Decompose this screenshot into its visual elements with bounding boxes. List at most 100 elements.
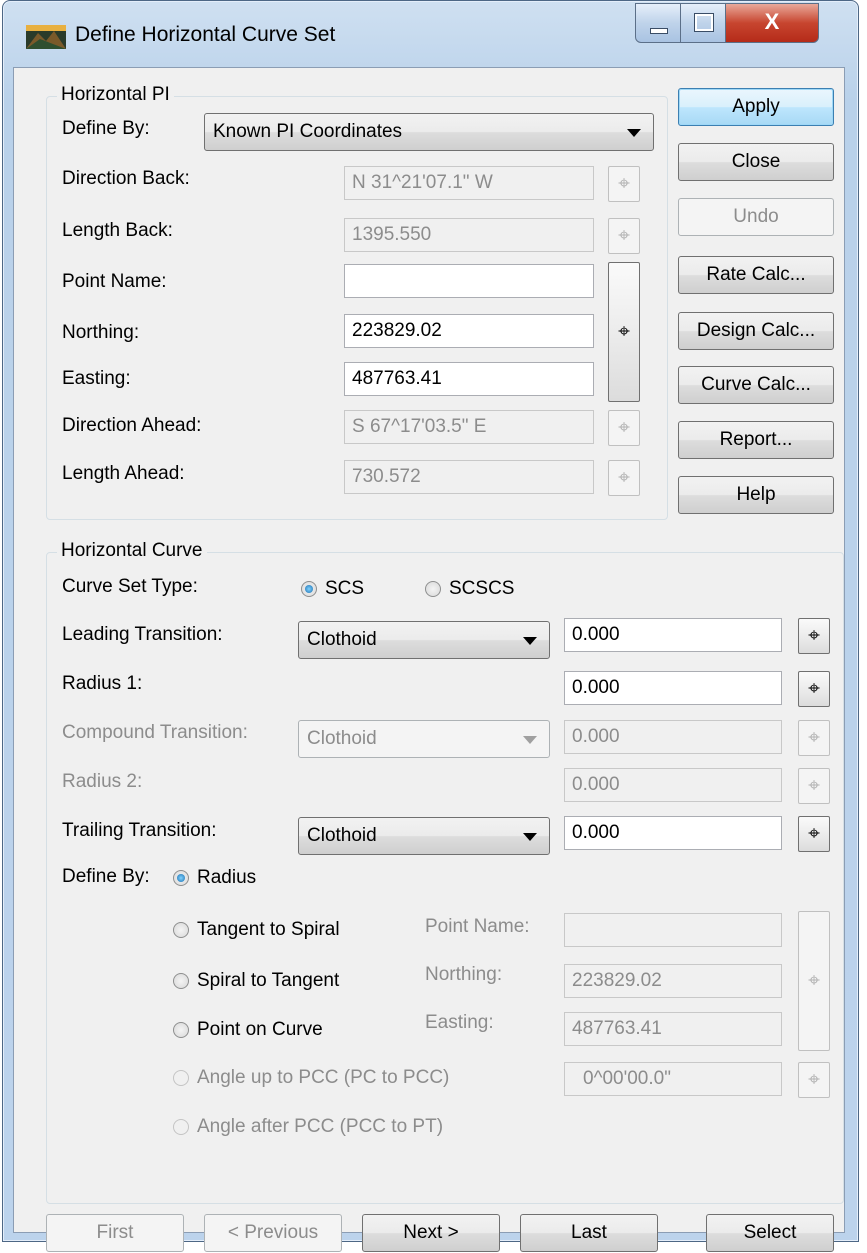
undo-button[interactable]: Undo (678, 198, 834, 236)
pi-easting-field[interactable]: 487763.41 (344, 362, 594, 396)
select-button[interactable]: Select (706, 1214, 834, 1252)
curve-define-by-label: Define By: (62, 866, 150, 887)
horizontal-pi-group: Horizontal PI (46, 84, 668, 520)
chevron-down-icon (523, 637, 537, 645)
leading-transition-select[interactable]: Clothoid (298, 621, 550, 659)
horizontal-curve-group-title: Horizontal Curve (57, 540, 207, 562)
pi-easting-label: Easting: (62, 368, 131, 389)
define-by-angle-up-to-pcc-radio[interactable]: Angle up to PCC (PC to PCC) (173, 1066, 449, 1090)
leading-transition-label: Leading Transition: (62, 624, 223, 645)
curve-set-type-scs-radio[interactable]: SCS (301, 577, 364, 601)
curve-northing-label: Northing: (425, 964, 503, 985)
previous-button[interactable]: < Previous (204, 1214, 342, 1252)
tangent-to-spiral-label: Tangent to Spiral (197, 919, 340, 940)
scscs-label: SCSCS (449, 578, 515, 599)
define-by-radius-radio[interactable]: Radius (173, 866, 256, 890)
angle-field[interactable]: 0^00'00.0" (564, 1062, 782, 1096)
angle-pick-button[interactable]: ⌖ (798, 1062, 830, 1098)
curve-point-name-field[interactable] (564, 913, 782, 947)
title-bar[interactable]: Define Horizontal Curve Set X (3, 1, 858, 71)
direction-ahead-field[interactable]: S 67^17'03.5" E (344, 410, 594, 444)
radio-checked-icon (301, 581, 317, 597)
length-back-pick-button[interactable]: ⌖ (608, 218, 640, 254)
length-back-field[interactable]: 1395.550 (344, 218, 594, 252)
length-ahead-field[interactable]: 730.572 (344, 460, 594, 494)
window-close-button[interactable]: X (725, 3, 819, 43)
compound-transition-pick-button[interactable]: ⌖ (798, 720, 830, 756)
leading-transition-pick-button[interactable]: ⌖ (798, 618, 830, 654)
pi-northing-label: Northing: (62, 322, 140, 343)
crosshair-icon: ⌖ (618, 172, 630, 195)
pi-define-by-select[interactable]: Known PI Coordinates (204, 113, 654, 151)
pi-northing-field[interactable]: 223829.02 (344, 314, 594, 348)
direction-back-field[interactable]: N 31^21'07.1" W (344, 166, 594, 200)
apply-button[interactable]: Apply (678, 88, 834, 126)
design-calc-button[interactable]: Design Calc... (678, 312, 834, 350)
crosshair-icon: ⌖ (618, 416, 630, 439)
pi-northing-value: 223829.02 (352, 320, 442, 341)
pi-point-name-label: Point Name: (62, 271, 167, 292)
trailing-transition-pick-button[interactable]: ⌖ (798, 816, 830, 852)
chevron-down-icon (627, 129, 641, 137)
crosshair-icon: ⌖ (808, 1068, 820, 1091)
crosshair-icon: ⌖ (808, 822, 820, 845)
compound-transition-length-field[interactable]: 0.000 (564, 720, 782, 754)
close-button[interactable]: Close (678, 143, 834, 181)
minimize-icon (650, 28, 668, 34)
minimize-button[interactable] (635, 3, 681, 43)
spiral-to-tangent-label: Spiral to Tangent (197, 970, 340, 991)
last-button[interactable]: Last (520, 1214, 658, 1252)
trailing-transition-select[interactable]: Clothoid (298, 817, 550, 855)
app-icon (26, 25, 66, 49)
radius-option-label: Radius (197, 867, 257, 888)
radius2-pick-button[interactable]: ⌖ (798, 768, 830, 804)
length-ahead-label: Length Ahead: (62, 463, 185, 484)
radio-checked-icon (173, 870, 189, 886)
curve-set-type-scscs-radio[interactable]: SCSCS (425, 577, 514, 601)
next-button[interactable]: Next > (362, 1214, 500, 1252)
compound-transition-select[interactable]: Clothoid (298, 720, 550, 758)
report-button[interactable]: Report... (678, 421, 834, 459)
define-by-spiral-to-tangent-radio[interactable]: Spiral to Tangent (173, 969, 339, 993)
curve-easting-label: Easting: (425, 1012, 494, 1033)
pi-point-name-field[interactable] (344, 264, 594, 298)
maximize-button[interactable] (680, 3, 726, 43)
length-ahead-pick-button[interactable]: ⌖ (608, 460, 640, 496)
first-button[interactable]: First (46, 1214, 184, 1252)
radius1-field[interactable]: 0.000 (564, 671, 782, 705)
pi-data-point-button[interactable]: ⌖ (608, 262, 640, 402)
radius2-field[interactable]: 0.000 (564, 768, 782, 802)
angle-value: 0^00'00.0" (583, 1068, 671, 1089)
window-title: Define Horizontal Curve Set (75, 23, 336, 46)
define-by-angle-after-pcc-radio[interactable]: Angle after PCC (PCC to PT) (173, 1115, 443, 1139)
crosshair-icon: ⌖ (808, 969, 820, 992)
curve-easting-field[interactable]: 487763.41 (564, 1012, 782, 1046)
dialog-body: Horizontal PI Define By: Known PI Coordi… (13, 67, 845, 1252)
direction-back-label: Direction Back: (62, 168, 190, 189)
direction-ahead-value: S 67^17'03.5" E (352, 416, 487, 437)
direction-ahead-pick-button[interactable]: ⌖ (608, 410, 640, 446)
angle-after-pcc-label: Angle after PCC (PCC to PT) (197, 1116, 444, 1137)
define-by-tangent-to-spiral-radio[interactable]: Tangent to Spiral (173, 918, 340, 942)
trailing-transition-length-field[interactable]: 0.000 (564, 816, 782, 850)
scs-label: SCS (325, 578, 365, 599)
compound-transition-length-value: 0.000 (572, 726, 620, 747)
direction-back-pick-button[interactable]: ⌖ (608, 166, 640, 202)
length-back-value: 1395.550 (352, 224, 432, 245)
trailing-transition-label: Trailing Transition: (62, 820, 217, 841)
crosshair-icon: ⌖ (808, 774, 820, 797)
help-button[interactable]: Help (678, 476, 834, 514)
curve-northing-field[interactable]: 223829.02 (564, 964, 782, 998)
crosshair-icon: ⌖ (808, 624, 820, 647)
leading-transition-length-field[interactable]: 0.000 (564, 618, 782, 652)
curve-calc-button[interactable]: Curve Calc... (678, 366, 834, 404)
compound-transition-value: Clothoid (307, 728, 377, 749)
radius1-pick-button[interactable]: ⌖ (798, 671, 830, 707)
trailing-transition-length-value: 0.000 (572, 822, 620, 843)
crosshair-icon: ⌖ (618, 466, 630, 489)
radio-unchecked-icon (425, 581, 441, 597)
curve-data-point-button[interactable]: ⌖ (798, 911, 830, 1051)
rate-calc-button[interactable]: Rate Calc... (678, 256, 834, 294)
radius1-label: Radius 1: (62, 673, 143, 694)
define-by-point-on-curve-radio[interactable]: Point on Curve (173, 1018, 323, 1042)
